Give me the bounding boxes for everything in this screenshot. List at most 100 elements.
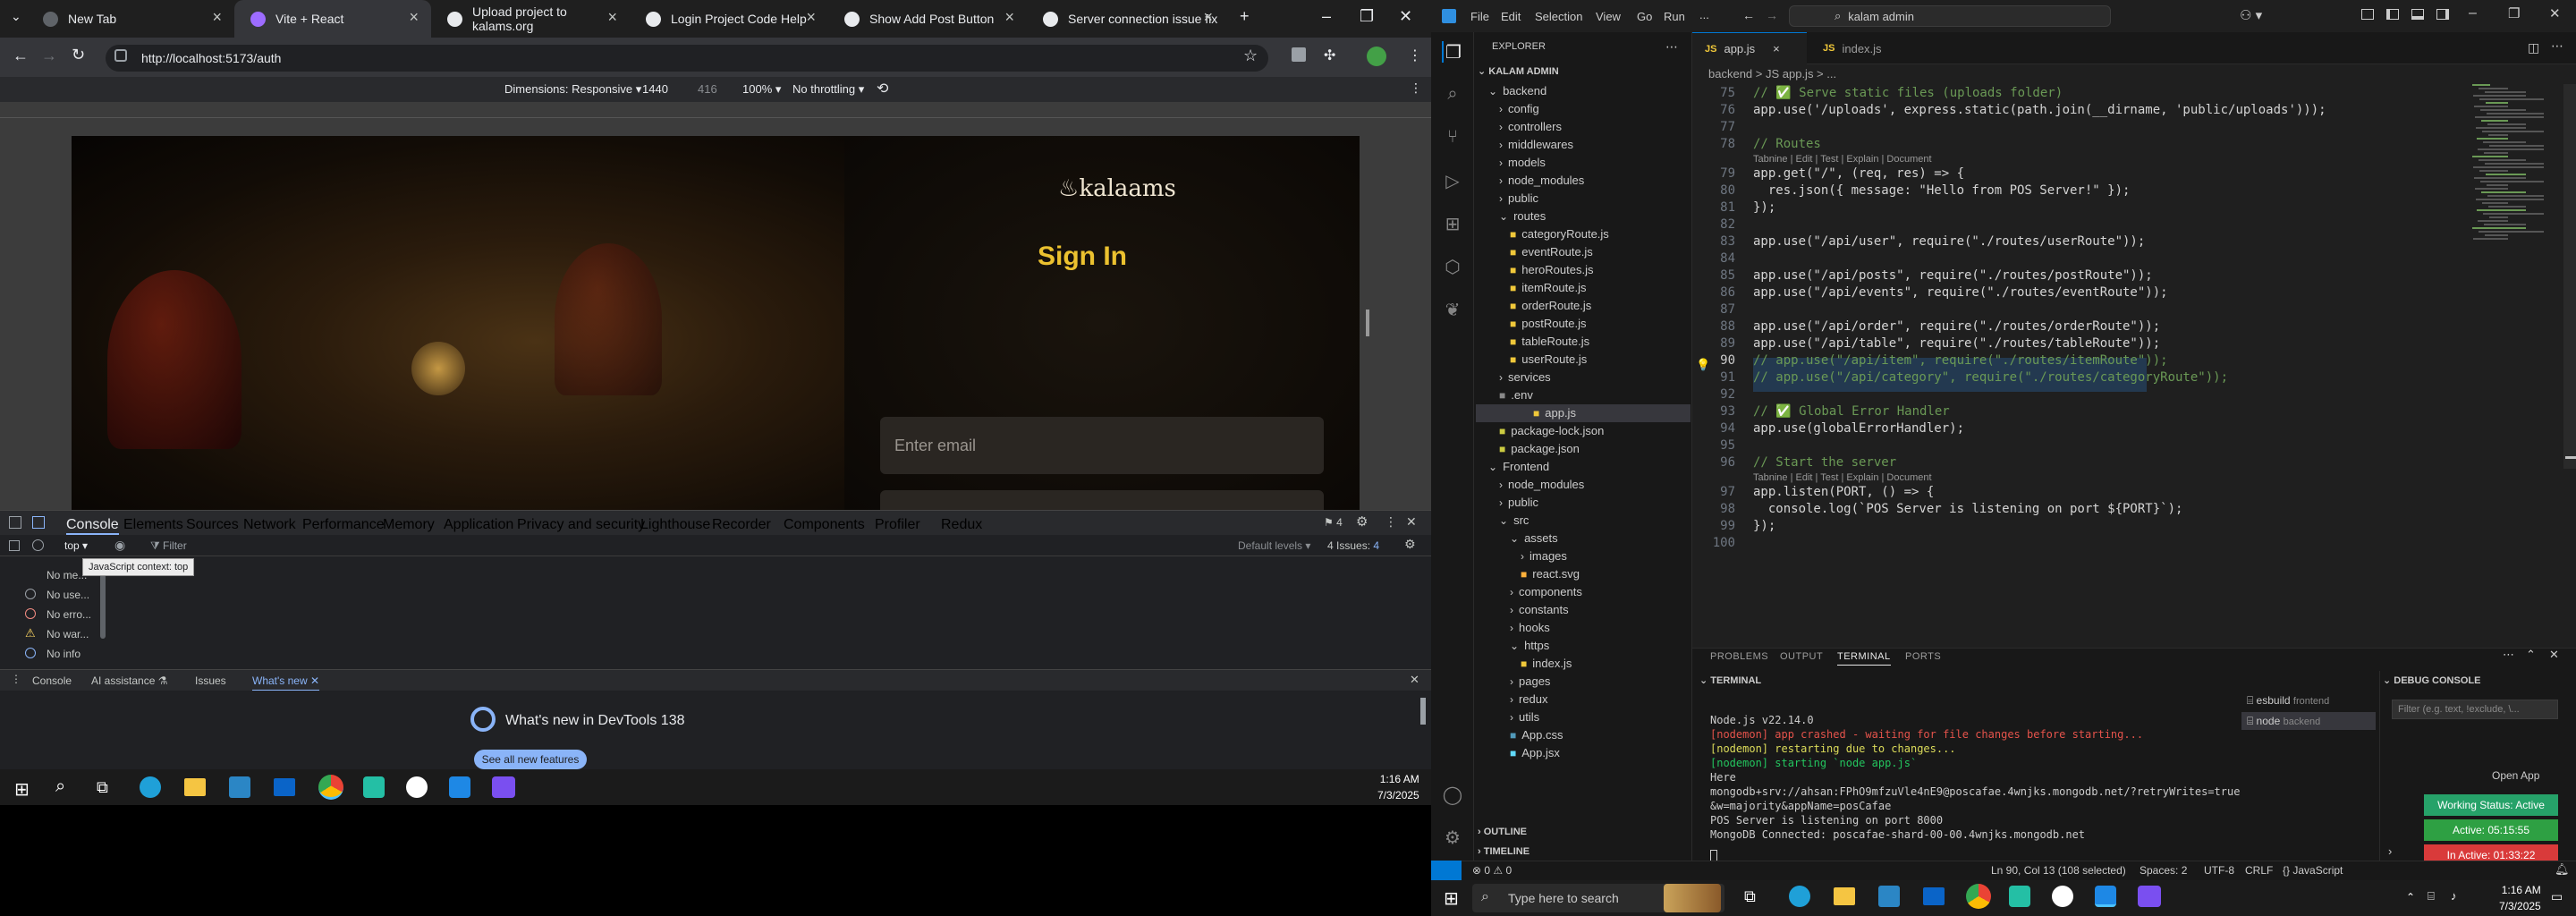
editor-more-icon[interactable]: ⋯ bbox=[2551, 38, 2563, 54]
task-view-icon[interactable]: ⧉ bbox=[1744, 887, 1756, 906]
file-item[interactable]: ■ eventRoute.js bbox=[1510, 245, 1593, 259]
bell-icon[interactable]: 🔔︎ bbox=[2555, 862, 2570, 877]
drawer-tab-ai-assistance[interactable]: AI assistance ⚗ bbox=[91, 674, 167, 687]
folder-item[interactable]: › redux bbox=[1510, 692, 1548, 706]
menu-go[interactable]: Go bbox=[1637, 10, 1652, 23]
chrome-taskbar-icon[interactable] bbox=[1966, 884, 1991, 909]
zoom-app-icon[interactable] bbox=[2138, 886, 2161, 907]
live-expression-eye-icon[interactable]: ◉ bbox=[114, 538, 125, 553]
filter-messages[interactable]: No me... bbox=[47, 569, 87, 581]
device-toolbar-menu-icon[interactable]: ⋮ bbox=[1410, 81, 1422, 96]
file-item[interactable]: ■ itemRoute.js bbox=[1510, 281, 1587, 294]
viewport-resize-handle[interactable] bbox=[1366, 310, 1369, 336]
tab-upload-project[interactable]: Upload project to kalams.org × bbox=[431, 0, 630, 38]
store-icon[interactable] bbox=[229, 776, 250, 798]
command-center-search[interactable]: ⌕ kalam admin bbox=[1789, 5, 2111, 27]
folder-item[interactable]: › controllers bbox=[1499, 120, 1562, 133]
panel-tab-terminal[interactable]: TERMINAL bbox=[1837, 651, 1891, 666]
drawer-close-icon[interactable]: ✕ bbox=[1410, 673, 1419, 687]
terminal-session-node[interactable]: ⌸ node backend bbox=[2241, 712, 2376, 730]
panel-tab-problems[interactable]: PROBLEMS bbox=[1710, 651, 1768, 662]
devtools-tab-recorder[interactable]: Recorder bbox=[712, 517, 771, 533]
code-line[interactable]: }); bbox=[1753, 519, 1775, 533]
accounts-icon[interactable]: ◯ bbox=[1442, 784, 1463, 805]
omnibox[interactable]: http://localhost:5173/auth bbox=[106, 45, 1268, 72]
layout-toggle-icon[interactable] bbox=[2361, 9, 2374, 20]
nav-back-icon[interactable]: ← bbox=[1742, 8, 1755, 22]
new-tab-button[interactable]: + bbox=[1240, 7, 1250, 26]
tab-login-project[interactable]: Login Project Code Help × bbox=[630, 0, 828, 38]
menu-run[interactable]: Run bbox=[1664, 10, 1685, 23]
toggle-panel-icon[interactable] bbox=[2411, 9, 2424, 20]
menu-file[interactable]: File bbox=[1470, 10, 1489, 23]
edge-icon[interactable] bbox=[1789, 886, 1810, 907]
source-control-icon[interactable]: ⑂ bbox=[1442, 127, 1463, 148]
terminal-output[interactable] bbox=[1692, 671, 2247, 886]
issues-counter[interactable]: 4 Issues: 4 bbox=[1327, 539, 1379, 552]
device-mode-icon[interactable] bbox=[32, 516, 45, 529]
extension-icon[interactable] bbox=[1292, 47, 1306, 62]
forward-icon[interactable]: → bbox=[41, 47, 57, 65]
file-item[interactable]: ■ tableRoute.js bbox=[1510, 335, 1589, 348]
folder-item[interactable]: ⌄ src bbox=[1499, 513, 1529, 527]
file-item[interactable]: ■ orderRoute.js bbox=[1510, 299, 1591, 312]
taskbar-search-icon[interactable]: ⌕ bbox=[55, 776, 65, 797]
chrome-menu-icon[interactable]: ⋮ bbox=[1408, 47, 1422, 64]
problems-status[interactable]: ⊗ 0 ⚠ 0 bbox=[1472, 864, 1512, 877]
code-line[interactable]: console.log(`POS Server is listening on … bbox=[1753, 502, 2183, 516]
devtools-tab-sources[interactable]: Sources bbox=[186, 517, 239, 533]
close-icon[interactable]: × bbox=[1203, 8, 1213, 27]
debug-filter-input[interactable]: Filter (e.g. text, !exclude, \... bbox=[2392, 700, 2558, 719]
panel-more-icon[interactable]: ⋯ bbox=[2503, 648, 2514, 662]
close-icon[interactable]: × bbox=[409, 8, 419, 27]
task-view-icon[interactable]: ⧉ bbox=[97, 778, 108, 797]
folder-item[interactable]: ⌄ backend bbox=[1488, 84, 1546, 98]
context-selector[interactable]: top ▾ bbox=[64, 539, 88, 552]
sidebar-toggle-icon[interactable] bbox=[9, 540, 20, 551]
code-line[interactable]: // app.use("/api/category", require("./r… bbox=[1753, 370, 2228, 385]
search-icon[interactable]: ⌕ bbox=[1442, 84, 1463, 106]
terminal-session-esbuild[interactable]: ⌸ esbuild frontend bbox=[2247, 694, 2329, 708]
file-item[interactable]: ■ index.js bbox=[1521, 657, 1572, 670]
extensions-icon[interactable]: ⊞ bbox=[1442, 213, 1463, 234]
console-filter-input[interactable]: ⧩ Filter bbox=[150, 539, 1224, 553]
panel-tab-ports[interactable]: PORTS bbox=[1905, 651, 1941, 662]
file-item[interactable]: ■ package.json bbox=[1499, 442, 1580, 455]
close-icon[interactable]: × bbox=[212, 8, 222, 27]
indentation-status[interactable]: Spaces: 2 bbox=[2140, 864, 2187, 877]
editor-tab-index-js[interactable]: JS index.js bbox=[1810, 32, 1925, 64]
code-line[interactable]: app.use('/uploads', express.static(path.… bbox=[1753, 103, 2326, 117]
devtools-tab-network[interactable]: Network bbox=[243, 517, 296, 533]
folder-item[interactable]: ⌄ https bbox=[1510, 639, 1549, 652]
folder-item[interactable]: ⌄ Frontend bbox=[1488, 460, 1549, 473]
vscode-minimize-button[interactable]: – bbox=[2469, 5, 2477, 21]
open-app-button[interactable]: Open App bbox=[2492, 769, 2539, 782]
profile-avatar[interactable] bbox=[1367, 47, 1386, 66]
height-input[interactable]: 416 bbox=[698, 82, 717, 96]
filter-info[interactable]: No info bbox=[47, 648, 80, 660]
close-window-button[interactable]: ✕ bbox=[1399, 7, 1412, 26]
folder-item[interactable]: › components bbox=[1510, 585, 1582, 598]
panel-tab-output[interactable]: OUTPUT bbox=[1780, 651, 1823, 662]
timeline-section[interactable]: › TIMELINE bbox=[1478, 846, 1530, 857]
devtools-tab-lighthouse[interactable]: Lighthouse bbox=[640, 517, 710, 533]
split-editor-icon[interactable]: ◫ bbox=[2528, 40, 2539, 55]
file-item[interactable]: ■ app.js bbox=[1476, 404, 1690, 422]
edge-icon[interactable] bbox=[140, 776, 161, 798]
folder-item[interactable]: › services bbox=[1499, 370, 1551, 384]
minimap[interactable] bbox=[2469, 84, 2563, 263]
filter-warnings[interactable]: No war... bbox=[47, 628, 89, 640]
minimize-button[interactable]: – bbox=[1322, 7, 1331, 26]
folder-item[interactable]: › config bbox=[1499, 102, 1539, 115]
run-debug-icon[interactable]: ▷ bbox=[1442, 170, 1463, 191]
file-item[interactable]: ■ heroRoutes.js bbox=[1510, 263, 1593, 276]
zoom-dropdown[interactable]: 100% ▾ bbox=[742, 82, 781, 97]
clear-console-icon[interactable] bbox=[32, 539, 44, 551]
explorer-more-icon[interactable]: ⋯ bbox=[1665, 39, 1678, 55]
outline-section[interactable]: › OUTLINE bbox=[1478, 827, 1527, 837]
close-icon[interactable]: × bbox=[1004, 8, 1014, 27]
code-line[interactable]: res.json({ message: "Hello from POS Serv… bbox=[1753, 183, 2131, 198]
tab-search-icon[interactable]: ⌄ bbox=[11, 9, 21, 24]
tab-new-tab[interactable]: New Tab × bbox=[27, 0, 234, 38]
close-icon[interactable]: × bbox=[607, 8, 617, 27]
